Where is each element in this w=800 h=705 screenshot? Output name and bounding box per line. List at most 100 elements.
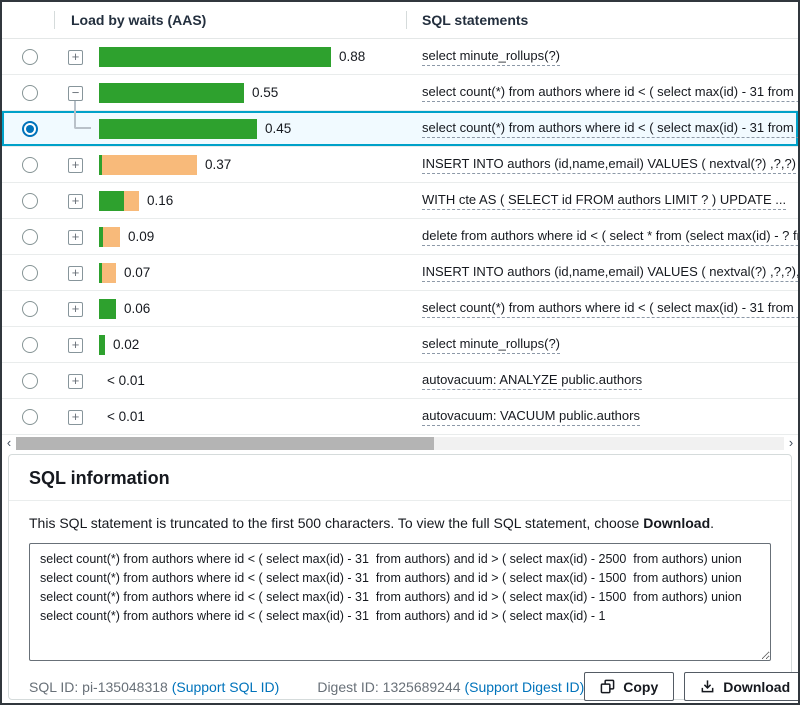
table-row[interactable]: +0.16 WITH cte AS ( SELECT id FROM author… [2,183,798,219]
row-select-cell [22,157,38,173]
scroll-left-icon[interactable]: ‹ [2,436,16,450]
truncation-note-download: Download [643,515,710,531]
expand-toggle-icon[interactable]: + [68,230,83,245]
sql-statement-link[interactable]: autovacuum: VACUUM public.authors [422,408,640,426]
expand-toggle-icon[interactable]: + [68,50,83,65]
expand-toggle-icon[interactable]: + [68,374,83,389]
row-radio[interactable] [22,265,38,281]
sql-statement-link[interactable]: delete from authors where id < ( select … [422,228,798,246]
table-rows: +0.88 select minute_rollups(?) − 0.55 select… [2,39,798,435]
table-row[interactable]: +0.09 delete from authors where id < ( se… [2,219,798,255]
horizontal-scrollbar[interactable]: ‹ › [2,435,798,451]
row-radio[interactable] [22,85,38,101]
sql-statement-cell: autovacuum: VACUUM public.authors [422,399,798,434]
green-bar-segment [99,47,331,67]
collapse-toggle-icon[interactable]: − [68,86,83,101]
sql-statement-link[interactable]: autovacuum: ANALYZE public.authors [422,372,642,390]
sql-statement-cell: select minute_rollups(?) [422,39,798,74]
load-bar-cell: 0.09 [99,219,154,254]
digest-id-group: Digest ID: 1325689244 (Support Digest ID… [317,679,584,695]
load-bar-cell: 0.02 [99,327,139,362]
load-bar-cell: 0.07 [99,255,150,290]
orange-bar-segment [102,263,116,283]
sql-statement-link[interactable]: select count(*) from authors where id < … [422,300,798,318]
sql-id-group: SQL ID: pi-135048318 (Support SQL ID) [29,679,279,695]
load-bar-cell: < 0.01 [99,399,145,434]
sql-statement-cell: select minute_rollups(?) [422,327,798,362]
table-row[interactable]: +0.07 INSERT INTO authors (id,name,email)… [2,255,798,291]
sql-statement-cell: autovacuum: ANALYZE public.authors [422,363,798,398]
sql-statement-link[interactable]: INSERT INTO authors (id,name,email) VALU… [422,156,796,174]
row-radio[interactable] [22,157,38,173]
digest-id-value: Digest ID: 1325689244 [317,679,460,695]
row-radio[interactable] [22,409,38,425]
load-bar-cell: 0.88 [99,39,365,74]
row-select-cell [22,409,38,425]
table-row[interactable]: +0.06 select count(*) from authors where … [2,291,798,327]
download-button[interactable]: Download [684,672,800,701]
table-row[interactable]: +0.02 select minute_rollups(?) [2,327,798,363]
sql-statement-link[interactable]: select count(*) from authors where id < … [422,120,798,138]
table-row[interactable]: − 0.55 select count(*) from authors where … [2,75,798,111]
green-bar-segment [99,119,257,139]
row-radio[interactable] [22,373,38,389]
panel-title: SQL information [29,468,170,488]
sql-statement-link[interactable]: INSERT INTO authors (id,name,email) VALU… [422,264,798,282]
sql-text-area[interactable]: select count(*) from authors where id < … [29,543,771,661]
green-bar-segment [99,83,244,103]
copy-button[interactable]: Copy [584,672,674,701]
load-bar-cell: 0.06 [99,291,150,326]
row-radio[interactable] [22,121,38,137]
table-row[interactable]: +0.88 select minute_rollups(?) [2,39,798,75]
truncation-note: This SQL statement is truncated to the f… [29,515,771,531]
support-sql-id-link[interactable]: (Support SQL ID) [172,679,280,695]
scrollbar-track[interactable] [16,437,784,450]
sql-statement-cell: select count(*) from authors where id < … [422,111,798,146]
row-radio[interactable] [22,301,38,317]
load-bar-cell: < 0.01 [99,363,145,398]
scrollbar-thumb[interactable] [16,437,434,450]
expand-toggle-icon[interactable]: + [68,338,83,353]
column-header-load-by-waits: Load by waits (AAS) [71,12,206,28]
load-value: 0.02 [113,337,139,352]
row-radio[interactable] [22,337,38,353]
app-frame: Load by waits (AAS) SQL statements +0.88… [0,0,800,705]
load-value: < 0.01 [107,409,145,424]
row-radio[interactable] [22,229,38,245]
expand-toggle-icon[interactable]: + [68,266,83,281]
copy-icon [600,679,615,694]
orange-bar-segment [103,227,120,247]
row-select-cell [22,49,38,65]
support-digest-id-link[interactable]: (Support Digest ID) [464,679,584,695]
copy-button-label: Copy [623,679,658,695]
table-row[interactable]: + < 0.01 autovacuum: VACUUM public.authors [2,399,798,435]
sql-statement-link[interactable]: select minute_rollups(?) [422,48,560,66]
expand-toggle-icon[interactable]: + [68,410,83,425]
load-value: 0.16 [147,193,173,208]
tree-connector [74,101,91,129]
sql-statement-link[interactable]: WITH cte AS ( SELECT id FROM authors LIM… [422,192,786,210]
row-radio[interactable] [22,49,38,65]
expand-toggle-icon[interactable]: + [68,158,83,173]
scroll-right-icon[interactable]: › [784,436,798,450]
sql-statement-link[interactable]: select count(*) from authors where id < … [422,84,798,102]
orange-bar-segment [102,155,197,175]
sql-id-value: SQL ID: pi-135048318 [29,679,168,695]
row-select-cell [22,301,38,317]
table-row[interactable]: + < 0.01 autovacuum: ANALYZE public.author… [2,363,798,399]
row-select-cell [22,337,38,353]
expand-toggle-icon[interactable]: + [68,302,83,317]
table-row[interactable]: +0.37INSERT INTO authors (id,name,email)… [2,147,798,183]
sql-statement-cell: delete from authors where id < ( select … [422,219,798,254]
sql-statement-link[interactable]: select minute_rollups(?) [422,336,560,354]
download-icon [700,679,715,694]
table-header: Load by waits (AAS) SQL statements [2,2,798,39]
load-value: 0.55 [252,85,278,100]
row-radio[interactable] [22,193,38,209]
truncation-note-text: This SQL statement is truncated to the f… [29,515,643,531]
load-value: 0.07 [124,265,150,280]
load-bar-cell: 0.16 [99,183,173,218]
sql-information-body: This SQL statement is truncated to the f… [9,501,791,701]
expand-toggle-icon[interactable]: + [68,194,83,209]
table-row[interactable]: 0.45select count(*) from authors where i… [2,111,798,147]
